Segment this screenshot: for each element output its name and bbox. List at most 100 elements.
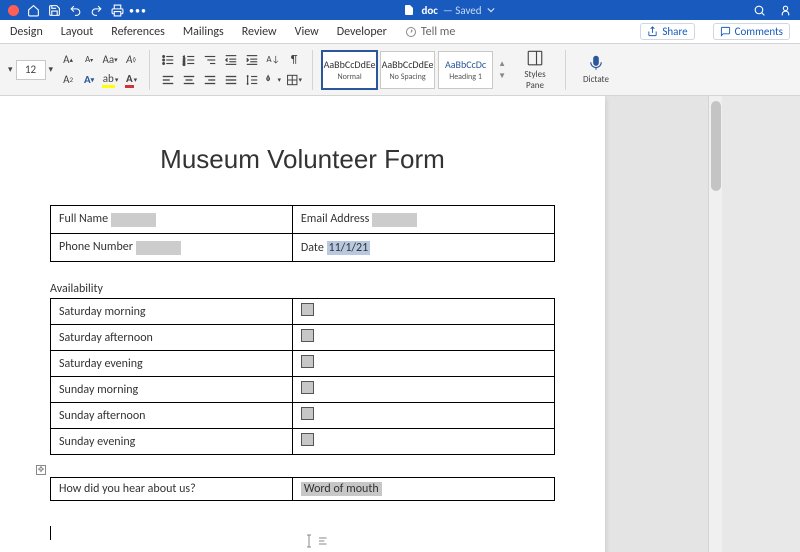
search-icon[interactable] [752, 3, 766, 17]
comments-button[interactable]: Comments [713, 23, 790, 40]
dropdown-value[interactable]: Word of mouth [301, 482, 382, 496]
justify-icon[interactable] [222, 71, 240, 89]
table-row[interactable]: Sunday evening [51, 429, 555, 455]
style-preview: AaBbCcDdEe [382, 58, 434, 71]
chevron-down-icon[interactable]: ▾ [8, 64, 13, 75]
label-phone: Phone Number [59, 240, 133, 254]
text-effects-icon[interactable]: A▾ [80, 71, 98, 89]
tab-view[interactable]: View [295, 25, 319, 39]
subscript-icon[interactable]: A2 [59, 71, 77, 89]
availability-item[interactable]: Sunday evening [51, 429, 293, 455]
borders-icon[interactable]: ▾ [285, 71, 303, 89]
style-normal[interactable]: AaBbCcDdEe Normal [322, 51, 377, 89]
tab-design[interactable]: Design [10, 25, 43, 39]
save-icon[interactable] [47, 3, 61, 17]
save-status[interactable]: — Saved [443, 4, 482, 17]
line-spacing-icon[interactable] [243, 71, 261, 89]
align-center-icon[interactable] [180, 71, 198, 89]
share-button[interactable]: Share [640, 23, 694, 40]
hear-question[interactable]: How did you hear about us? [51, 478, 293, 501]
checkbox[interactable] [301, 355, 314, 368]
tab-mailings[interactable]: Mailings [183, 25, 224, 39]
placeholder-field[interactable] [111, 213, 156, 227]
undo-icon[interactable] [68, 3, 82, 17]
change-case-icon[interactable]: Aa▾ [101, 51, 119, 69]
document-name: doc [421, 4, 437, 17]
comments-label: Comments [735, 25, 783, 38]
availability-table[interactable]: Saturday morning Saturday afternoon Satu… [50, 298, 555, 455]
dictate-button[interactable]: Dictate [575, 49, 617, 91]
font-size-field[interactable]: 12 [16, 60, 46, 80]
tell-me-label: Tell me [421, 25, 456, 39]
table-row[interactable]: Saturday evening [51, 351, 555, 377]
checkbox[interactable] [301, 407, 314, 420]
show-marks-icon[interactable]: ¶ [285, 51, 303, 69]
vertical-scrollbar[interactable] [708, 96, 722, 552]
share-label: Share [662, 25, 687, 38]
availability-item[interactable]: Sunday afternoon [51, 403, 293, 429]
styles-scroll-down-icon[interactable]: ▼ [498, 71, 506, 81]
bullets-icon[interactable] [159, 51, 177, 69]
styles-scroll-up-icon[interactable]: ▲ [498, 59, 506, 69]
chevron-down-icon[interactable] [487, 6, 495, 14]
decrease-font-icon[interactable]: A▾ [80, 51, 98, 69]
availability-item[interactable]: Sunday morning [51, 377, 293, 403]
placeholder-field[interactable] [372, 213, 417, 227]
style-no-spacing[interactable]: AaBbCcDdEe No Spacing [380, 51, 435, 89]
label-email: Email Address [301, 212, 369, 226]
print-icon[interactable] [110, 3, 124, 17]
style-heading1[interactable]: AaBbCcDc Heading 1 [438, 51, 493, 89]
table-row[interactable]: How did you hear about us? Word of mouth [51, 478, 555, 501]
align-right-icon[interactable] [201, 71, 219, 89]
table-row[interactable]: Saturday morning [51, 299, 555, 325]
highlight-icon[interactable]: ab▾ [101, 71, 119, 89]
availability-item[interactable]: Saturday afternoon [51, 325, 293, 351]
multilevel-list-icon[interactable] [201, 51, 219, 69]
window-close-traffic[interactable] [8, 5, 19, 16]
home-icon[interactable] [26, 3, 40, 17]
shading-icon[interactable]: ▾ [264, 71, 282, 89]
table-row[interactable]: Saturday afternoon [51, 325, 555, 351]
table-row[interactable]: Sunday morning [51, 377, 555, 403]
indent-left-icon[interactable] [222, 51, 240, 69]
table-row[interactable]: Phone Number Date 11/1/21 [51, 234, 555, 262]
availability-item[interactable]: Saturday morning [51, 299, 293, 325]
tell-me[interactable]: Tell me [405, 25, 456, 39]
availability-item[interactable]: Saturday evening [51, 351, 293, 377]
label-date: Date [301, 241, 324, 255]
tab-layout[interactable]: Layout [61, 25, 94, 39]
scrollbar-thumb[interactable] [711, 101, 721, 191]
table-row[interactable]: Sunday afternoon [51, 403, 555, 429]
redo-icon[interactable] [89, 3, 103, 17]
checkbox[interactable] [301, 381, 314, 394]
more-icon[interactable]: ••• [131, 3, 145, 17]
numbering-icon[interactable]: 123 [180, 51, 198, 69]
tab-review[interactable]: Review [242, 25, 277, 39]
style-label: No Spacing [390, 72, 426, 82]
word-doc-icon [402, 3, 416, 17]
increase-font-icon[interactable]: A▴ [59, 51, 77, 69]
hear-table[interactable]: How did you hear about us? Word of mouth [50, 477, 555, 501]
indent-right-icon[interactable] [243, 51, 261, 69]
date-picker-value[interactable]: 11/1/21 [327, 241, 371, 255]
page-title[interactable]: Museum Volunteer Form [50, 144, 555, 175]
table-row[interactable]: Full Name Email Address [51, 206, 555, 234]
placeholder-field[interactable] [136, 241, 181, 255]
font-color-icon[interactable]: A▾ [122, 71, 140, 89]
tab-developer[interactable]: Developer [337, 25, 387, 39]
text-cursor [50, 526, 51, 540]
tab-references[interactable]: References [111, 25, 165, 39]
table-move-handle-icon[interactable]: ✥ [36, 465, 46, 475]
user-icon[interactable] [778, 3, 792, 17]
checkbox[interactable] [301, 329, 314, 342]
clear-format-icon[interactable]: A◊ [122, 51, 140, 69]
sort-icon[interactable]: A↓ [264, 51, 282, 69]
styles-pane-button[interactable]: Styles Pane [514, 49, 556, 91]
checkbox[interactable] [301, 303, 314, 316]
checkbox[interactable] [301, 433, 314, 446]
document-page[interactable]: Museum Volunteer Form Full Name Email Ad… [0, 96, 605, 552]
info-table[interactable]: Full Name Email Address Phone Number Dat… [50, 205, 555, 262]
align-left-icon[interactable] [159, 71, 177, 89]
style-label: Heading 1 [449, 72, 482, 82]
chevron-down-icon[interactable]: ▾ [49, 64, 54, 75]
